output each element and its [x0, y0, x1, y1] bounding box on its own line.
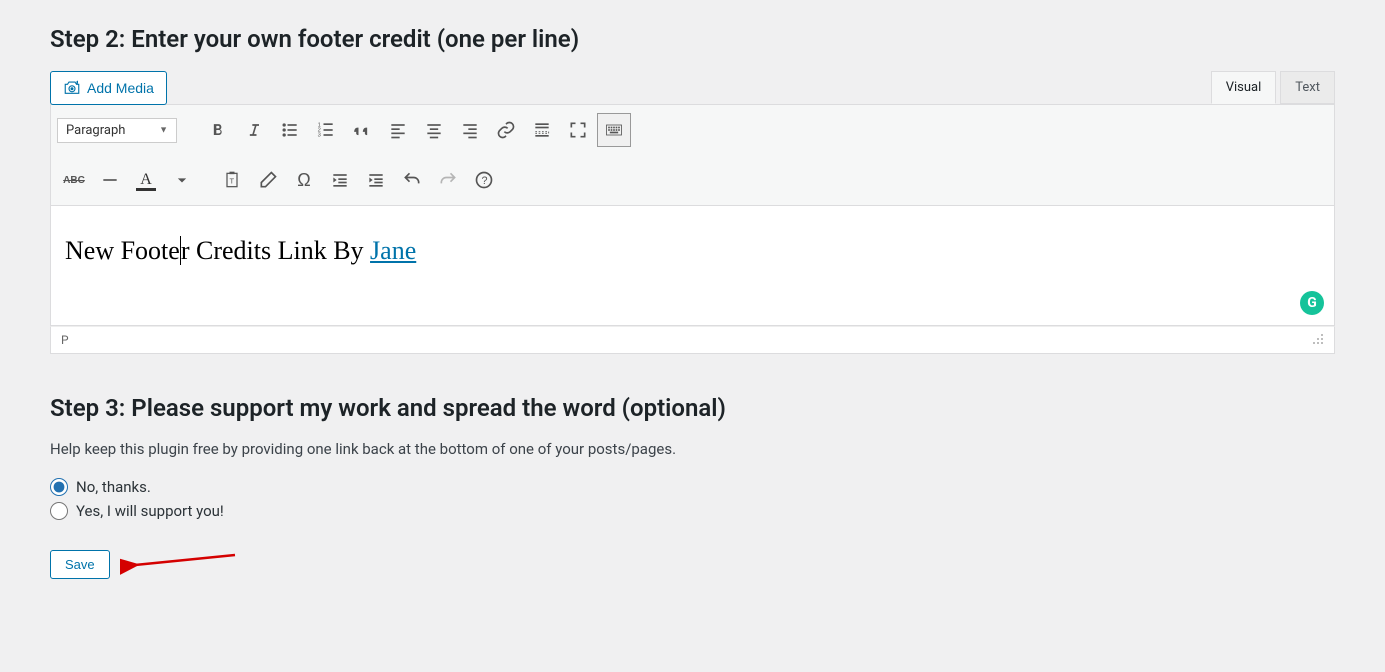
save-button[interactable]: Save	[50, 550, 110, 579]
readmore-button[interactable]	[525, 113, 559, 147]
radio-yes-label: Yes, I will support you!	[76, 502, 224, 520]
undo-button[interactable]	[395, 163, 429, 197]
indent-icon	[366, 170, 386, 190]
editor-text-line: New Footer Credits Link By Jane	[61, 236, 1324, 266]
resize-grip-icon	[1310, 331, 1324, 345]
blockquote-button[interactable]	[345, 113, 379, 147]
special-char-button[interactable]: Ω	[287, 163, 321, 197]
grammarly-badge[interactable]: G	[1300, 291, 1324, 315]
numbered-list-button[interactable]: 123	[309, 113, 343, 147]
tab-visual[interactable]: Visual	[1211, 71, 1277, 104]
hr-icon	[100, 170, 120, 190]
resize-handle[interactable]	[1310, 331, 1324, 349]
editor-text-after-cursor: r Credits Link By	[181, 236, 370, 265]
fullscreen-icon	[568, 120, 588, 140]
text-color-letter: A	[140, 171, 152, 189]
add-media-label: Add Media	[87, 80, 154, 96]
svg-text:3: 3	[318, 133, 321, 139]
quote-icon	[352, 120, 372, 140]
step3-heading: Step 3: Please support my work and sprea…	[50, 394, 1335, 422]
align-center-button[interactable]	[417, 113, 451, 147]
help-icon: ?	[474, 170, 494, 190]
outdent-button[interactable]	[323, 163, 357, 197]
numbered-list-icon: 123	[316, 120, 336, 140]
camera-music-icon	[63, 79, 81, 97]
element-path[interactable]: P	[61, 333, 69, 347]
radio-option-no[interactable]: No, thanks.	[50, 478, 1335, 496]
text-color-indicator	[136, 188, 156, 191]
readmore-icon	[532, 120, 552, 140]
keyboard-icon	[604, 120, 624, 140]
radio-yes-input[interactable]	[50, 502, 68, 520]
editor-content-area[interactable]: New Footer Credits Link By Jane G	[50, 206, 1335, 326]
link-icon	[496, 120, 516, 140]
align-right-button[interactable]	[453, 113, 487, 147]
strikethrough-button[interactable]: ABC	[57, 163, 91, 197]
indent-button[interactable]	[359, 163, 393, 197]
bold-icon	[208, 120, 228, 140]
align-left-icon	[388, 120, 408, 140]
omega-icon: Ω	[297, 170, 310, 191]
radio-no-input[interactable]	[50, 478, 68, 496]
svg-text:?: ?	[482, 175, 488, 187]
editor-toolbar: Paragraph 123	[50, 104, 1335, 206]
support-radio-group: No, thanks. Yes, I will support you!	[50, 478, 1335, 520]
hr-button[interactable]	[93, 163, 127, 197]
outdent-icon	[330, 170, 350, 190]
step2-heading: Step 2: Enter your own footer credit (on…	[50, 25, 1335, 53]
redo-button[interactable]	[431, 163, 465, 197]
chevron-down-icon	[172, 170, 192, 190]
bullet-list-icon	[280, 120, 300, 140]
clipboard-icon: T	[222, 170, 242, 190]
help-button[interactable]: ?	[467, 163, 501, 197]
bold-button[interactable]	[201, 113, 235, 147]
clear-format-button[interactable]	[251, 163, 285, 197]
editor-text-before-cursor: New Foote	[65, 236, 180, 265]
align-right-icon	[460, 120, 480, 140]
text-color-button[interactable]: A	[129, 163, 163, 197]
editor-link[interactable]: Jane	[370, 236, 416, 265]
paste-text-button[interactable]: T	[215, 163, 249, 197]
radio-no-label: No, thanks.	[76, 478, 151, 496]
redo-icon	[438, 170, 458, 190]
text-color-dropdown[interactable]	[165, 163, 199, 197]
svg-text:T: T	[230, 176, 235, 185]
italic-icon	[244, 120, 264, 140]
editor-tabs: Visual Text	[50, 71, 1335, 104]
format-select[interactable]: Paragraph	[57, 118, 177, 143]
undo-icon	[402, 170, 422, 190]
radio-option-yes[interactable]: Yes, I will support you!	[50, 502, 1335, 520]
fullscreen-button[interactable]	[561, 113, 595, 147]
italic-button[interactable]	[237, 113, 271, 147]
annotation-arrow	[120, 545, 240, 575]
toolbar-toggle-button[interactable]	[597, 113, 631, 147]
step3-help-text: Help keep this plugin free by providing …	[50, 440, 1335, 458]
bullet-list-button[interactable]	[273, 113, 307, 147]
add-media-button[interactable]: Add Media	[50, 71, 167, 105]
editor-statusbar: P	[50, 326, 1335, 354]
eraser-icon	[258, 170, 278, 190]
tab-text[interactable]: Text	[1280, 71, 1335, 104]
link-button[interactable]	[489, 113, 523, 147]
align-center-icon	[424, 120, 444, 140]
align-left-button[interactable]	[381, 113, 415, 147]
